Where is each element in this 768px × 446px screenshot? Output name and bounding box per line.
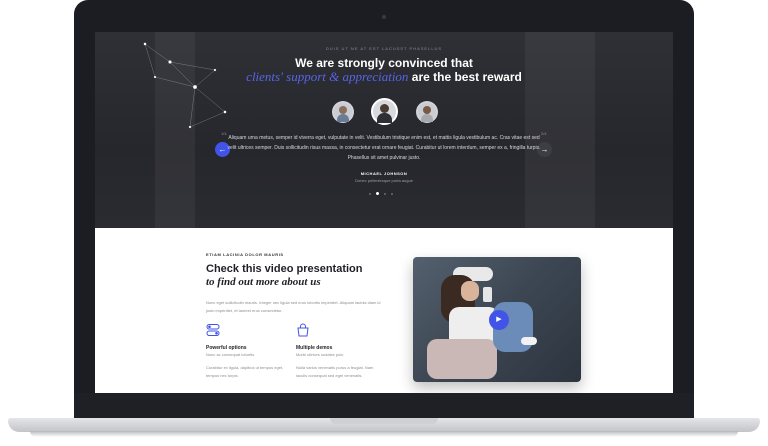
video-thumbnail[interactable]: ▶ [413,257,581,382]
avatar-active[interactable] [371,98,398,125]
avatar-body [421,114,433,122]
video-heading-line2: to find out more about us [206,276,321,288]
feature-description: Nulla varius venenatis purus a feugiat. … [296,365,374,378]
feature-description: Curabitur ex ligula, dapibus ut tempus e… [206,365,284,378]
avatar[interactable] [416,101,438,123]
testimonial-quote: Aliquam urna metus, semper id viverra eg… [227,135,541,161]
slide-counter-left: 1/4 [221,131,227,136]
title-rest: are the best reward [411,70,522,84]
video-heading-line1: Check this video presentation [206,263,363,275]
section-title-line2: clients' support & appreciation are the … [95,69,673,85]
laptop-chin [74,393,694,420]
slider-dot[interactable] [391,193,393,195]
slide-counter-right: 2/4 [541,131,547,136]
play-button[interactable]: ▶ [489,310,509,330]
testimonials-section: DUIS UT NE AT EST LACUSST PHASELLUS We a… [95,32,673,228]
author-role: Donec pellentesque porta augue [355,178,413,183]
feature-title: Multiple demos [296,345,333,351]
section-title-line1: We are strongly convinced that [295,56,473,70]
slider-dot[interactable] [384,193,386,195]
laptop-notch [330,418,438,424]
feature-title: Powerful options [206,345,247,351]
eyebrow: ETIAM LACINIA DOLOR MAURIS [206,252,284,257]
avatar[interactable] [332,101,354,123]
feature-subtitle: Nunc ac consequat lobortis [206,352,255,357]
phone [483,287,492,302]
person-face [461,281,479,301]
avatar-body [377,113,392,123]
title-accent: clients' support & appreciation [246,69,409,84]
avatar-head [423,106,431,114]
intro-text: Nunc eget sollicitudin mauris. Integer n… [206,300,381,313]
slider-dots [365,192,405,196]
camera [382,15,386,19]
laptop-screen: DUIS UT NE AT EST LACUSST PHASELLUS We a… [95,32,673,393]
video-section: ETIAM LACINIA DOLOR MAURIS Check this vi… [95,228,673,393]
arrow-left-icon: ← [218,145,227,154]
overline: DUIS UT NE AT EST LACUSST PHASELLUS [325,46,443,51]
author-name: MICHAEL JOHNSON [360,171,408,176]
person-shirt [427,339,497,379]
avatar-head [339,106,347,114]
avatar-head [380,104,389,113]
person-shoe [521,337,537,345]
toggle-icon [206,324,220,336]
bag-icon [297,323,309,337]
laptop-shadow [30,431,738,437]
feature-subtitle: Morbi ultrices sodales pulo [296,352,344,357]
arrow-right-icon: → [540,145,549,154]
avatar-body [337,114,349,122]
slider-dot-active[interactable] [376,192,379,195]
slider-dot[interactable] [369,193,371,195]
play-icon: ▶ [496,316,502,323]
